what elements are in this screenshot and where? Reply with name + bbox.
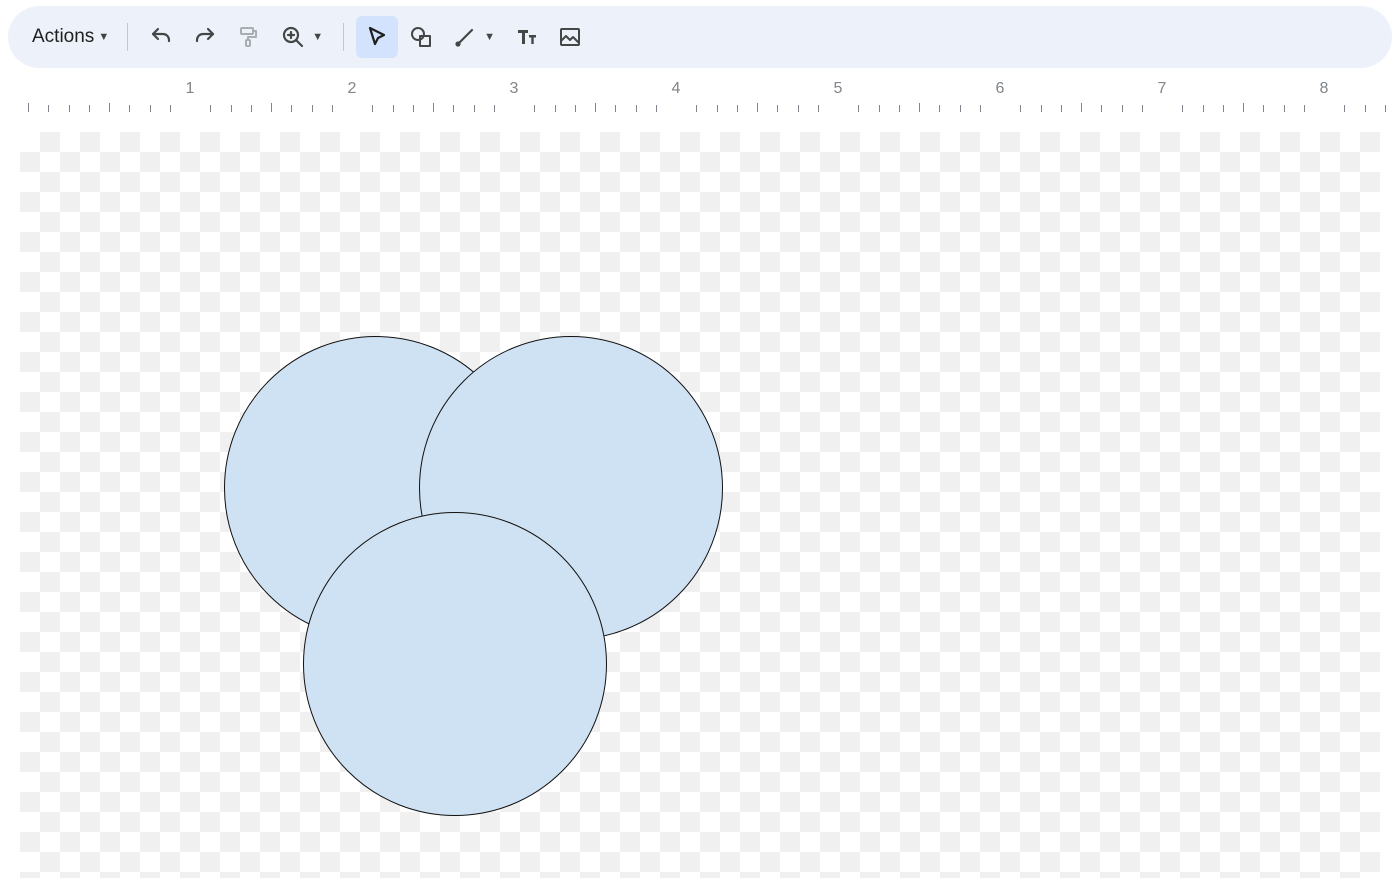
ruler-tick bbox=[636, 105, 637, 112]
divider bbox=[343, 23, 344, 51]
zoom-icon bbox=[281, 25, 305, 49]
ruler-tick bbox=[1344, 105, 1345, 112]
line-button[interactable] bbox=[444, 16, 486, 58]
ruler-tick bbox=[69, 105, 70, 112]
ruler-tick bbox=[129, 105, 130, 112]
ruler-tick bbox=[1122, 105, 1123, 112]
ruler-tick bbox=[1203, 105, 1204, 112]
select-button[interactable] bbox=[356, 16, 398, 58]
line-icon bbox=[453, 25, 477, 49]
ruler-tick bbox=[534, 105, 535, 112]
ruler-tick bbox=[1061, 105, 1062, 112]
zoom-button[interactable] bbox=[272, 16, 314, 58]
ruler-tick bbox=[1223, 105, 1224, 112]
ruler-tick bbox=[595, 103, 596, 112]
ruler-label: 3 bbox=[510, 80, 519, 98]
ruler-tick bbox=[1081, 103, 1082, 112]
ruler-tick bbox=[393, 105, 394, 112]
caret-down-icon: ▼ bbox=[98, 31, 109, 43]
ruler-label: 1 bbox=[186, 80, 195, 98]
ruler-tick bbox=[575, 105, 576, 112]
actions-label: Actions bbox=[32, 26, 94, 48]
ruler-tick bbox=[757, 103, 758, 112]
shapes-icon bbox=[409, 25, 433, 49]
ruler-tick bbox=[150, 105, 151, 112]
ruler-tick bbox=[474, 105, 475, 112]
ruler-tick bbox=[1101, 105, 1102, 112]
paint-format-button[interactable] bbox=[228, 16, 270, 58]
ruler-tick bbox=[798, 105, 799, 112]
ruler-tick bbox=[433, 103, 434, 112]
ruler-tick bbox=[1020, 105, 1021, 112]
ruler-tick bbox=[737, 105, 738, 112]
ruler-tick bbox=[271, 103, 272, 112]
ruler-tick bbox=[372, 105, 373, 112]
text-icon bbox=[514, 25, 538, 49]
line-dropdown-caret[interactable]: ▼ bbox=[484, 31, 495, 43]
ruler-tick bbox=[960, 105, 961, 112]
circle-shape[interactable] bbox=[303, 512, 607, 816]
ruler-tick bbox=[717, 105, 718, 112]
ruler-tick bbox=[48, 105, 49, 112]
ruler-tick bbox=[919, 103, 920, 112]
zoom-dropdown-caret[interactable]: ▼ bbox=[312, 31, 323, 43]
ruler-tick bbox=[777, 105, 778, 112]
line-group: ▼ bbox=[444, 16, 503, 58]
ruler-label: 2 bbox=[348, 80, 357, 98]
toolbar: Actions ▼ ▼ bbox=[8, 6, 1392, 68]
ruler-tick bbox=[980, 105, 981, 112]
ruler-tick bbox=[231, 105, 232, 112]
ruler-tick bbox=[656, 105, 657, 112]
ruler-tick bbox=[555, 105, 556, 112]
image-icon bbox=[558, 25, 582, 49]
undo-button[interactable] bbox=[140, 16, 182, 58]
divider bbox=[127, 23, 128, 51]
horizontal-ruler: 1 2 3 4 5 6 7 8 bbox=[0, 76, 1400, 112]
ruler-tick bbox=[413, 105, 414, 112]
ruler-tick bbox=[332, 105, 333, 112]
redo-icon bbox=[193, 25, 217, 49]
ruler-label: 7 bbox=[1158, 80, 1167, 98]
ruler-tick bbox=[1385, 105, 1386, 112]
actions-menu[interactable]: Actions ▼ bbox=[26, 22, 115, 52]
ruler-tick bbox=[858, 105, 859, 112]
zoom-group: ▼ bbox=[272, 16, 331, 58]
ruler-tick bbox=[1263, 105, 1264, 112]
ruler-label: 8 bbox=[1320, 80, 1329, 98]
redo-button[interactable] bbox=[184, 16, 226, 58]
ruler-tick bbox=[291, 105, 292, 112]
ruler-tick bbox=[109, 103, 110, 112]
text-box-button[interactable] bbox=[505, 16, 547, 58]
ruler-tick bbox=[615, 105, 616, 112]
ruler-label: 4 bbox=[672, 80, 681, 98]
paint-roller-icon bbox=[237, 25, 261, 49]
ruler-tick bbox=[1041, 105, 1042, 112]
undo-icon bbox=[149, 25, 173, 49]
ruler-tick bbox=[1304, 105, 1305, 112]
ruler-tick bbox=[494, 105, 495, 112]
ruler-tick bbox=[210, 105, 211, 112]
canvas[interactable] bbox=[0, 112, 1400, 878]
ruler-label: 5 bbox=[834, 80, 843, 98]
ruler-tick bbox=[453, 105, 454, 112]
ruler-label: 6 bbox=[996, 80, 1005, 98]
ruler-tick bbox=[312, 105, 313, 112]
ruler-tick bbox=[28, 103, 29, 112]
cursor-icon bbox=[365, 25, 389, 49]
ruler-tick bbox=[818, 105, 819, 112]
image-button[interactable] bbox=[549, 16, 591, 58]
ruler-tick bbox=[1182, 105, 1183, 112]
ruler-tick bbox=[879, 105, 880, 112]
ruler-tick bbox=[170, 105, 171, 112]
ruler-tick bbox=[696, 105, 697, 112]
shape-button[interactable] bbox=[400, 16, 442, 58]
ruler-tick bbox=[1142, 105, 1143, 112]
ruler-tick bbox=[1243, 103, 1244, 112]
ruler-tick bbox=[899, 105, 900, 112]
ruler-tick bbox=[251, 105, 252, 112]
ruler-tick bbox=[1284, 105, 1285, 112]
ruler-tick bbox=[1365, 105, 1366, 112]
ruler-tick bbox=[939, 105, 940, 112]
ruler-tick bbox=[89, 105, 90, 112]
